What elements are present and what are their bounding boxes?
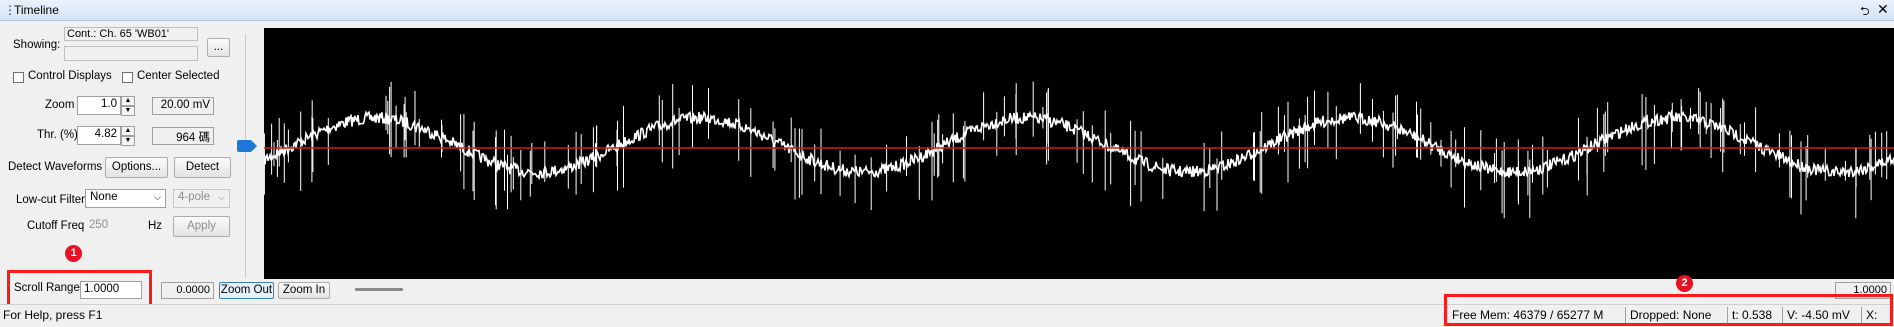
window-titlebar: ⋮ Timeline ⮌ ✕ [0,0,1894,21]
hz-label: Hz [148,220,163,232]
control-displays-label: Control Displays [28,70,112,82]
status-x: X: [1861,307,1887,323]
scroll-slider-thumb[interactable] [355,288,403,291]
panel-divider[interactable] [245,34,246,278]
zoom-input[interactable]: 1.0 [77,96,121,115]
chevron-down-icon: ⌵ [218,192,225,202]
close-icon[interactable]: ✕ [1877,1,1889,18]
showing-label: Showing: [13,39,61,51]
detect-waveforms-label: Detect Waveforms [8,161,103,173]
control-displays-checkbox[interactable] [13,72,24,83]
range-start-value: 0.0000 [161,282,214,299]
zoom-readout: 20.00 mV [152,97,214,115]
spike-group [263,81,1888,219]
status-voltage: V: -4.50 mV [1782,307,1860,323]
lowcut-filter-label: Low-cut Filter [16,194,86,206]
status-help-text: For Help, press F1 [3,308,103,322]
threshold-input[interactable]: 4.82 [77,126,121,145]
zoom-out-button[interactable]: Zoom Out [219,282,274,299]
zoom-spin-down-icon[interactable]: ▼ [121,106,135,116]
lowcut-filter-select[interactable]: None ⌵ [85,189,166,208]
threshold-marker-icon[interactable] [237,140,257,152]
options-button[interactable]: Options... [105,157,168,178]
threshold-spin-up-icon[interactable]: ▲ [121,126,135,136]
signal-trace [263,110,1894,181]
browse-button[interactable]: ... [207,38,230,57]
annotation-badge-1: 1 [65,245,82,262]
zoom-in-button[interactable]: Zoom In [278,282,330,299]
scroll-range-input[interactable]: 1.0000 [80,281,142,299]
threshold-label: Thr. (%) [37,129,78,141]
cutoff-freq-input[interactable]: 250 [85,217,136,235]
detect-button[interactable]: Detect [174,157,231,178]
pole-value: 4-pole [178,191,210,203]
status-free-mem: Free Mem: 46379 / 65277 M [1452,308,1604,322]
cutoff-freq-label: Cutoff Freq [27,220,85,232]
showing-field-secondary [64,46,198,61]
zoom-label: Zoom [45,99,75,111]
zoom-spin-up-icon[interactable]: ▲ [121,96,135,106]
annotation-badge-2: 2 [1676,275,1693,292]
status-time: t: 0.538 [1727,307,1781,323]
center-selected-label: Center Selected [137,70,220,82]
waveform-trace [263,81,1894,219]
pin-icon[interactable]: ⮌ [1860,2,1870,23]
center-selected-checkbox[interactable] [122,72,133,83]
waveform-plot[interactable] [263,28,1894,279]
showing-field: Cont.: Ch. 65 'WB01' [64,27,198,41]
lowcut-filter-value: None [90,191,118,203]
threshold-spin-down-icon[interactable]: ▼ [121,136,135,146]
status-dropped: Dropped: None [1625,307,1726,323]
threshold-readout: 964 碼 [152,127,214,145]
scroll-range-label: Scroll Range [14,282,80,294]
window-title: Timeline [14,3,59,17]
apply-button[interactable]: Apply [173,216,230,237]
pole-select[interactable]: 4-pole ⌵ [173,189,230,208]
chevron-down-icon: ⌵ [154,192,161,202]
